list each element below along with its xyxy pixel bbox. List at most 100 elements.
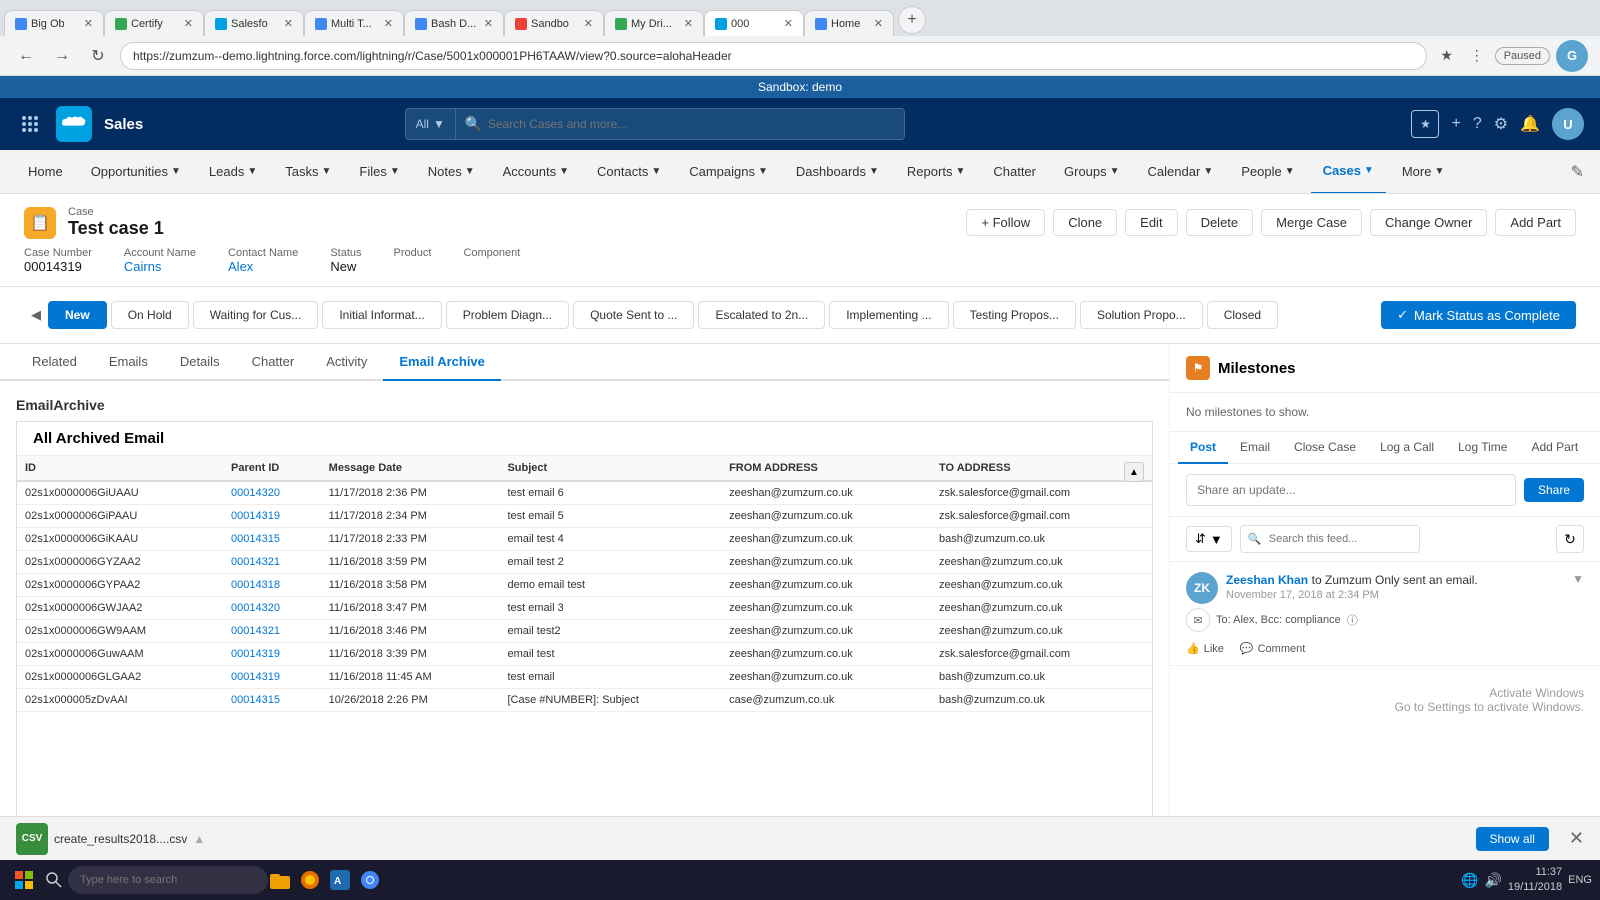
tab-close-active[interactable]: ✕ — [784, 17, 793, 30]
tab-email-archive[interactable]: Email Archive — [383, 344, 501, 381]
nav-people[interactable]: People▼ — [1229, 150, 1306, 194]
close-bar-button[interactable]: ✕ — [1569, 828, 1584, 849]
nav-more[interactable]: More▼ — [1390, 150, 1457, 194]
add-icon[interactable]: + — [1451, 115, 1460, 133]
tab-related[interactable]: Related — [16, 344, 93, 381]
nav-calendar[interactable]: Calendar▼ — [1136, 150, 1226, 194]
nav-cases[interactable]: Cases▼ — [1311, 150, 1386, 194]
chatter-tab-add-part[interactable]: Add Part — [1519, 432, 1590, 464]
merge-case-button[interactable]: Merge Case — [1261, 209, 1362, 236]
tab-home[interactable]: Home ✕ — [804, 10, 894, 36]
nav-reports[interactable]: Reports▼ — [895, 150, 977, 194]
taskbar-app3-icon[interactable]: A — [328, 868, 352, 892]
nav-opportunities[interactable]: Opportunities▼ — [79, 150, 193, 194]
tab-close-2[interactable]: ✕ — [184, 17, 193, 30]
nav-accounts[interactable]: Accounts▼ — [491, 150, 581, 194]
tab-close-3[interactable]: ✕ — [284, 17, 293, 30]
email-table-scroll[interactable]: ID Parent ID Message Date Subject FROM A… — [17, 456, 1152, 848]
nav-dashboards[interactable]: Dashboards▼ — [784, 150, 891, 194]
refresh-feed-button[interactable]: ↻ — [1556, 525, 1584, 553]
search-input[interactable] — [455, 108, 905, 140]
mark-complete-button[interactable]: ✓ Mark Status as Complete — [1381, 301, 1576, 329]
tab-bash[interactable]: Bash D... ✕ — [404, 10, 504, 36]
status-step-initial[interactable]: Initial Informat... — [322, 301, 441, 329]
help-icon[interactable]: ? — [1473, 115, 1482, 133]
info-icon[interactable]: ⓘ — [1347, 612, 1358, 628]
search-scope-selector[interactable]: All ▼ — [405, 108, 455, 140]
status-step-testing[interactable]: Testing Propos... — [953, 301, 1076, 329]
cell-parent-id[interactable]: 00014318 — [223, 574, 321, 597]
tab-activity[interactable]: Activity — [310, 344, 383, 381]
chatter-post-input[interactable] — [1186, 474, 1516, 506]
forward-button[interactable]: → — [48, 42, 76, 70]
status-step-problem[interactable]: Problem Diagn... — [446, 301, 569, 329]
nav-leads[interactable]: Leads▼ — [197, 150, 269, 194]
favorites-icon[interactable]: ★ — [1411, 110, 1439, 138]
nav-chatter[interactable]: Chatter — [981, 150, 1048, 194]
tab-close-4[interactable]: ✕ — [384, 17, 393, 30]
chatter-search-input[interactable] — [1240, 525, 1420, 553]
status-step-solution[interactable]: Solution Propo... — [1080, 301, 1203, 329]
browser-profile-avatar[interactable]: G — [1556, 40, 1588, 72]
tab-close-home[interactable]: ✕ — [874, 17, 883, 30]
taskbar-search-icon[interactable] — [40, 866, 68, 894]
tab-000-active[interactable]: 000 ✕ — [704, 10, 804, 36]
like-button[interactable]: 👍 Like — [1186, 642, 1224, 655]
tab-sandbox[interactable]: Sandbo ✕ — [504, 10, 604, 36]
chatter-tab-log-call[interactable]: Log a Call — [1368, 432, 1446, 464]
cell-parent-id[interactable]: 00014319 — [223, 505, 321, 528]
status-step-closed[interactable]: Closed — [1207, 301, 1278, 329]
cell-parent-id[interactable]: 00014315 — [223, 689, 321, 712]
status-scroll-left[interactable]: ◀ — [24, 297, 48, 333]
comment-button[interactable]: 💬 Comment — [1240, 642, 1305, 655]
cell-parent-id[interactable]: 00014315 — [223, 528, 321, 551]
chatter-tab-post[interactable]: Post — [1178, 432, 1228, 464]
show-all-button[interactable]: Show all — [1476, 827, 1549, 851]
bell-icon[interactable]: 🔔 — [1520, 114, 1540, 134]
new-tab-button[interactable]: + — [898, 6, 926, 34]
cell-parent-id[interactable]: 00014321 — [223, 551, 321, 574]
status-step-onhold[interactable]: On Hold — [111, 301, 189, 329]
follow-button[interactable]: + Follow — [966, 209, 1045, 236]
delete-button[interactable]: Delete — [1186, 209, 1254, 236]
tab-mydrive[interactable]: My Dri... ✕ — [604, 10, 704, 36]
cell-parent-id[interactable]: 00014320 — [223, 597, 321, 620]
bookmark-icon[interactable]: ★ — [1435, 44, 1459, 68]
windows-start-button[interactable] — [8, 864, 40, 896]
chatter-tab-close-case[interactable]: Close Case — [1282, 432, 1368, 464]
status-step-waiting[interactable]: Waiting for Cus... — [193, 301, 319, 329]
address-bar[interactable] — [120, 42, 1427, 70]
nav-groups[interactable]: Groups▼ — [1052, 150, 1132, 194]
nav-campaigns[interactable]: Campaigns▼ — [677, 150, 780, 194]
reload-button[interactable]: ↻ — [84, 42, 112, 70]
chatter-msg-author[interactable]: Zeeshan Khan — [1226, 573, 1308, 587]
taskbar-file-explorer-icon[interactable] — [268, 868, 292, 892]
clone-button[interactable]: Clone — [1053, 209, 1117, 236]
tab-emails[interactable]: Emails — [93, 344, 164, 381]
status-step-new[interactable]: New — [48, 301, 107, 329]
status-step-escalated[interactable]: Escalated to 2n... — [698, 301, 825, 329]
contact-link[interactable]: Alex — [228, 259, 253, 274]
nav-edit-icon[interactable]: ✎ — [1571, 162, 1584, 182]
settings-icon[interactable]: ⋮ — [1465, 44, 1489, 68]
tab-certify[interactable]: Certify ✕ — [104, 10, 204, 36]
app-launcher-icon[interactable] — [16, 110, 44, 138]
nav-contacts[interactable]: Contacts▼ — [585, 150, 673, 194]
chatter-tab-email[interactable]: Email — [1228, 432, 1282, 464]
tab-salesforce[interactable]: Salesfo ✕ — [204, 10, 304, 36]
status-step-implementing[interactable]: Implementing ... — [829, 301, 948, 329]
file-caret-icon[interactable]: ▲ — [193, 832, 205, 846]
tab-multi[interactable]: Multi T... ✕ — [304, 10, 404, 36]
cell-parent-id[interactable]: 00014319 — [223, 666, 321, 689]
tab-close-6[interactable]: ✕ — [584, 17, 593, 30]
nav-home[interactable]: Home — [16, 150, 75, 194]
account-link[interactable]: Cairns — [124, 259, 162, 274]
edit-button[interactable]: Edit — [1125, 209, 1177, 236]
tab-bigob-1[interactable]: Big Ob ✕ — [4, 10, 104, 36]
cell-parent-id[interactable]: 00014321 — [223, 620, 321, 643]
tab-close-5[interactable]: ✕ — [484, 17, 493, 30]
cell-parent-id[interactable]: 00014319 — [223, 643, 321, 666]
status-step-quote[interactable]: Quote Sent to ... — [573, 301, 694, 329]
tab-close-7[interactable]: ✕ — [684, 17, 693, 30]
taskbar-firefox-icon[interactable] — [298, 868, 322, 892]
